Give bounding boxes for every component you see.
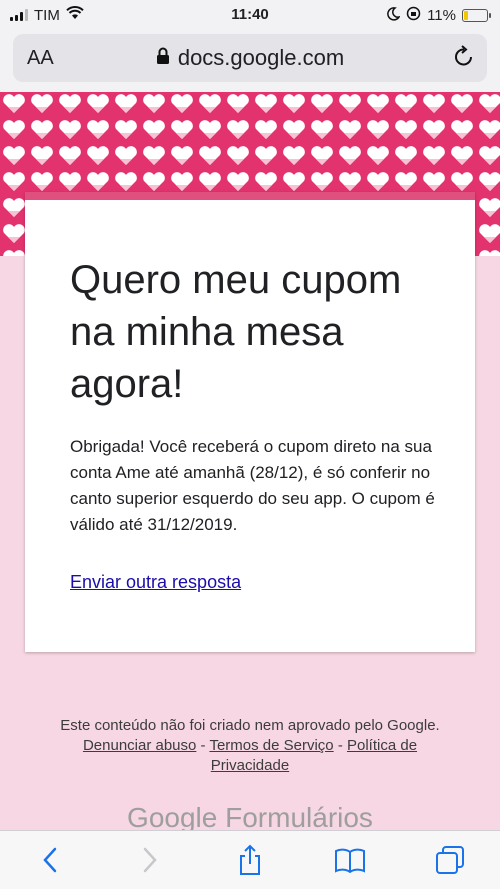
browser-toolbar: AA docs.google.com	[0, 30, 500, 92]
google-logo-text: Google	[127, 802, 218, 830]
address-bar[interactable]: AA docs.google.com	[13, 34, 487, 82]
share-icon[interactable]	[230, 840, 270, 880]
lock-icon	[156, 45, 170, 71]
battery-percent: 11%	[427, 7, 456, 24]
battery-icon	[462, 9, 491, 22]
browser-bottom-toolbar	[0, 830, 500, 889]
forms-logo-text: Formulários	[225, 802, 373, 830]
rotation-lock-icon	[406, 6, 421, 25]
forward-icon[interactable]	[130, 840, 170, 880]
confirmation-card: Quero meu cupom na minha mesa agora! Obr…	[25, 192, 475, 652]
back-icon[interactable]	[30, 840, 70, 880]
footer-separator: -	[196, 737, 210, 754]
confirmation-message: Obrigada! Você receberá o cupom direto n…	[70, 437, 435, 534]
footer-disclaimer: Este conteúdo não foi criado nem aprovad…	[60, 717, 440, 734]
google-forms-logo[interactable]: Google Formulários	[0, 802, 500, 830]
report-abuse-link[interactable]: Denunciar abuso	[83, 737, 196, 754]
form-title: Quero meu cupom na minha mesa agora!	[70, 258, 402, 406]
footer: Este conteúdo não foi criado nem aprovad…	[0, 716, 500, 776]
status-bar: TIM 11:40 11%	[0, 0, 500, 30]
footer-separator: -	[333, 737, 347, 754]
tabs-icon[interactable]	[430, 840, 470, 880]
reload-icon[interactable]	[453, 45, 475, 74]
terms-link[interactable]: Termos de Serviço	[209, 737, 333, 754]
submit-another-response-link[interactable]: Enviar outra resposta	[70, 572, 241, 593]
bookmarks-icon[interactable]	[330, 840, 370, 880]
moon-icon	[386, 6, 401, 25]
url-text: docs.google.com	[177, 45, 345, 70]
